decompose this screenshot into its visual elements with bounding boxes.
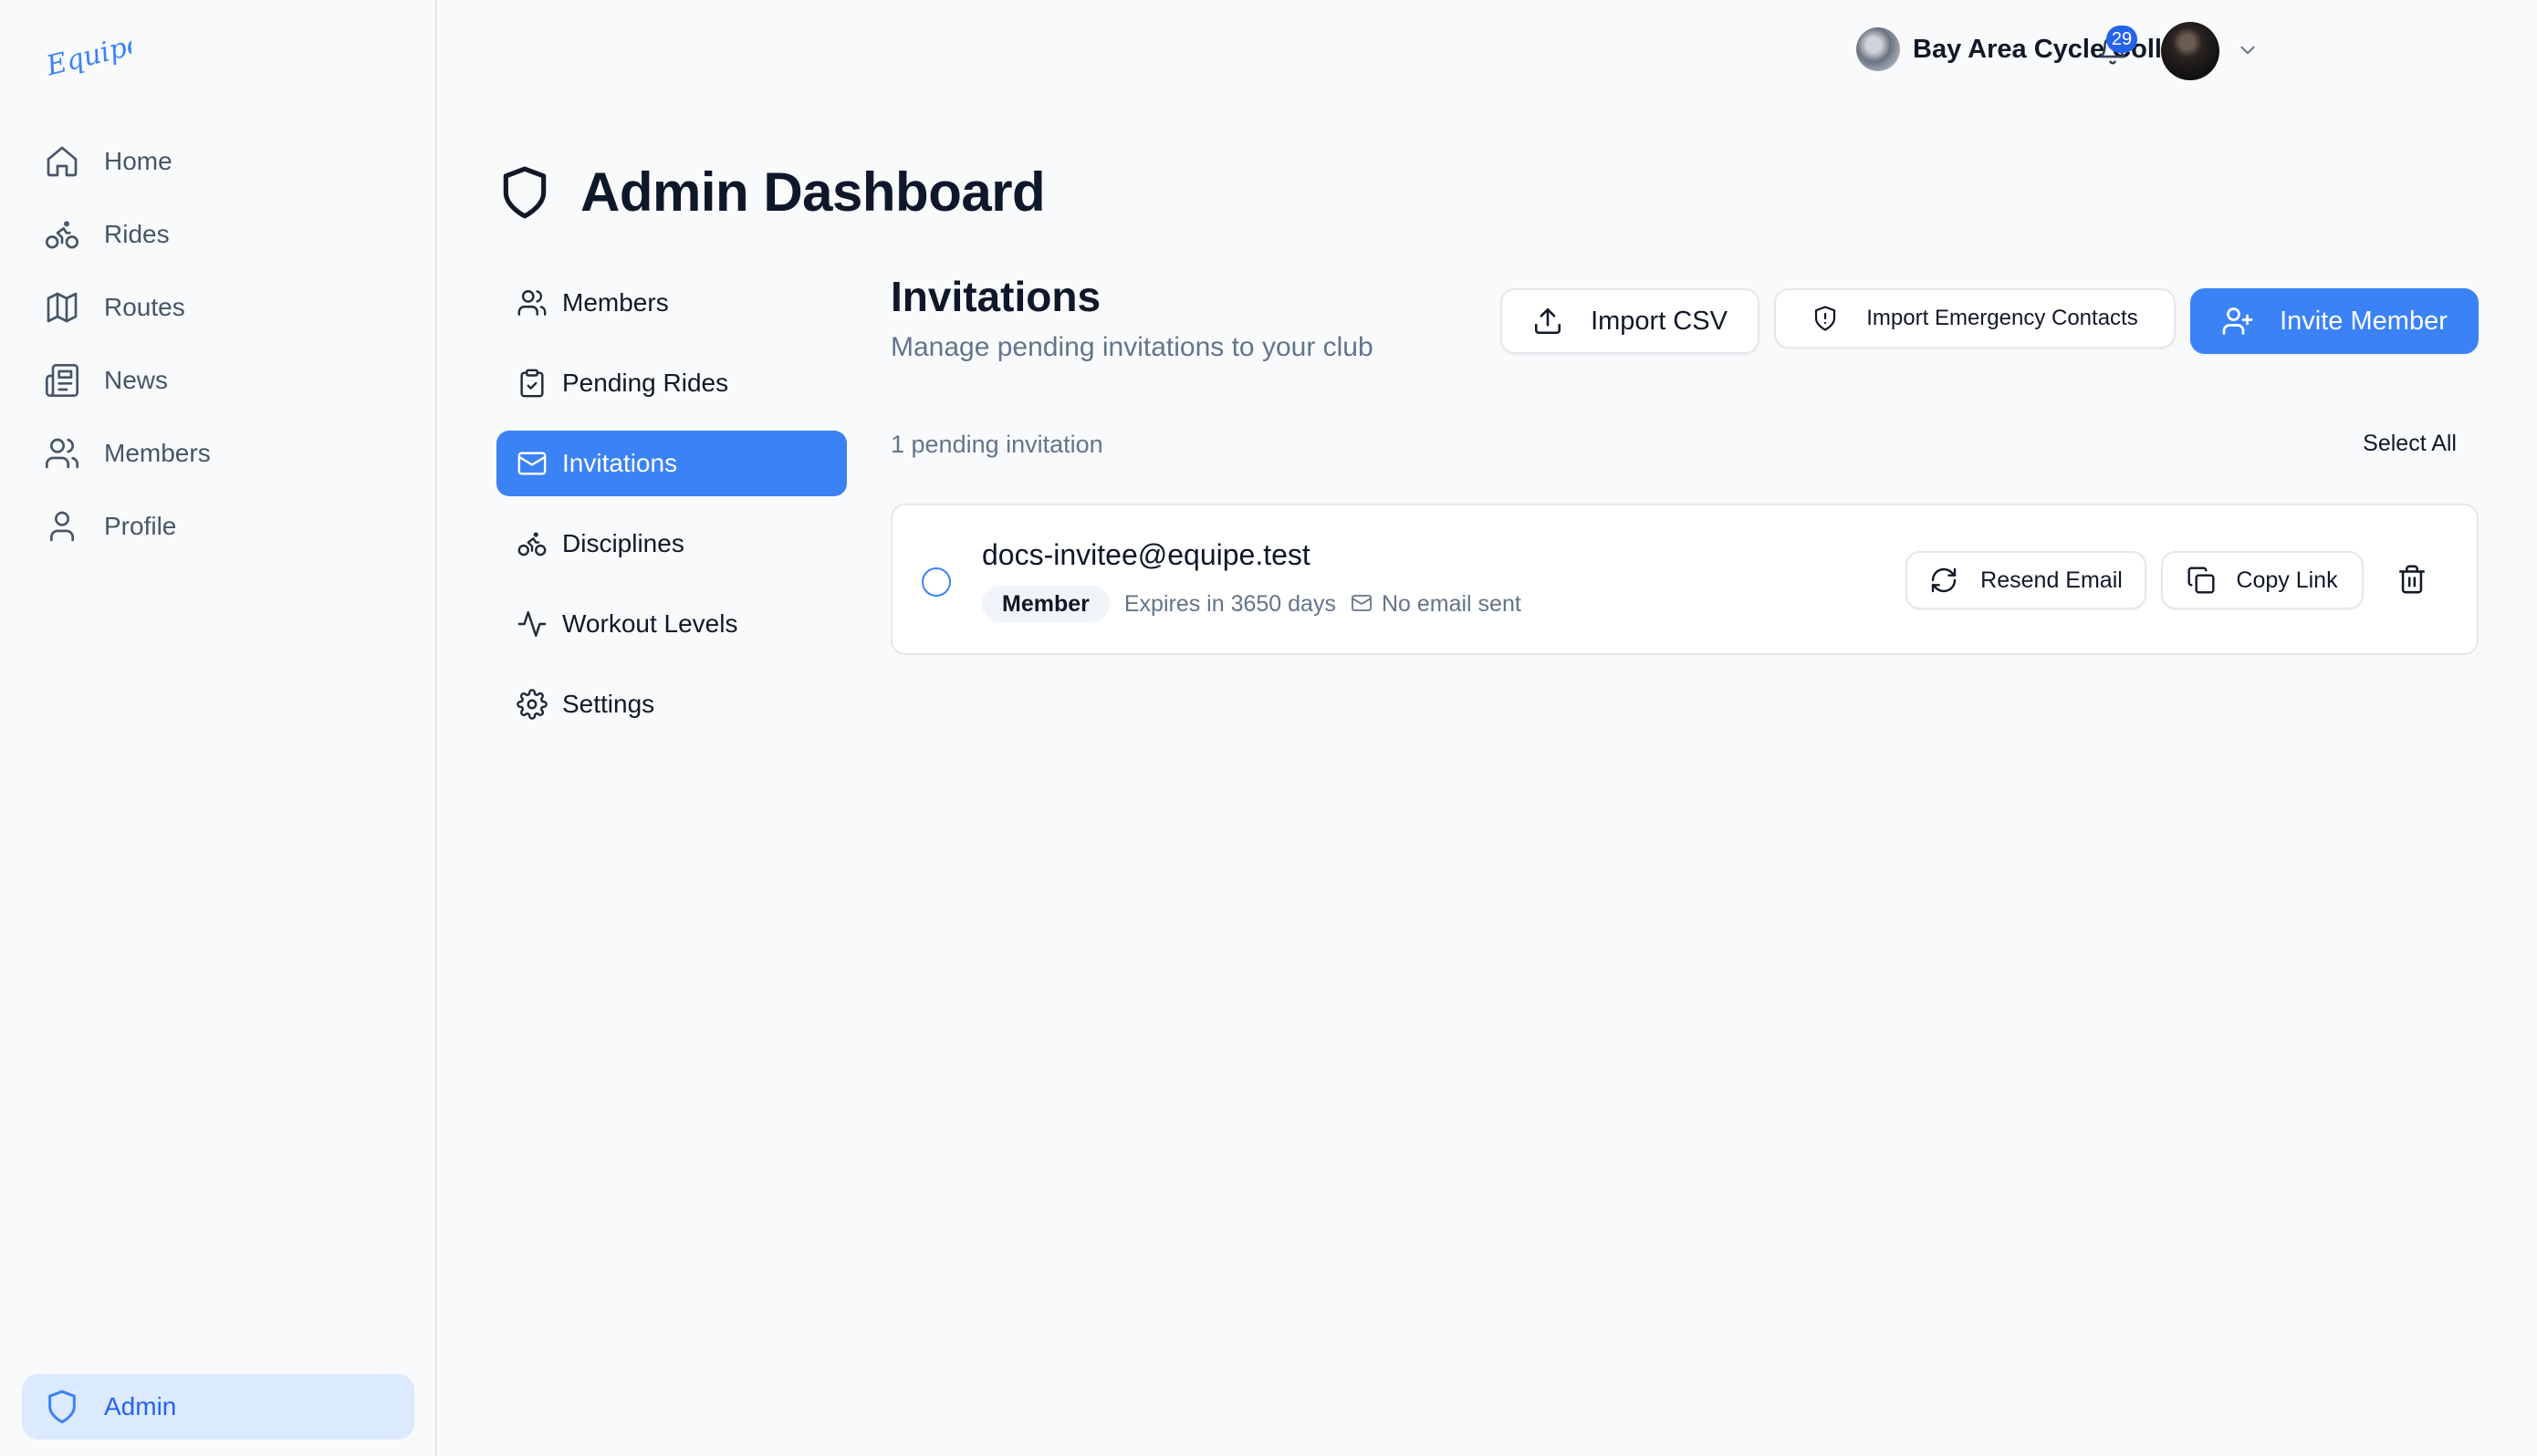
invite-member-button[interactable]: Invite Member [2190,288,2479,354]
bike-icon [44,216,104,253]
top-bar: Bay Area Cycle Coll... 29 [1807,0,2537,100]
tab-label: Invitations [562,449,678,477]
club-name: Bay Area Cycle Coll... [1913,34,2185,64]
sidebar-item-home[interactable]: Home [22,128,414,195]
tab-label: Members [562,288,669,317]
sidebar-item-label: News [104,366,169,394]
shield-icon [496,162,580,223]
tab-label: Workout Levels [562,609,738,638]
button-label: Import CSV [1591,306,1728,336]
home-icon [44,143,104,180]
sidebar: Equipe Home Rides Routes News Members Pr… [0,0,437,1456]
admin-subnav: Members Pending Rides Invitations Discip… [496,270,847,752]
sidebar-item-news[interactable]: News [22,347,414,414]
user-icon [44,508,104,545]
import-emergency-contacts-button[interactable]: Import Emergency Contacts [1774,288,2176,348]
mail-icon [1351,592,1374,616]
users-icon [44,435,104,472]
refresh-icon [1929,566,1980,595]
pending-count: 1 pending invitation [891,431,1103,458]
newspaper-icon [44,362,104,399]
import-csv-button[interactable]: Import CSV [1500,288,1759,354]
section-subtitle: Manage pending invitations to your club [891,332,1373,362]
club-avatar [1856,27,1900,71]
sidebar-item-label: Rides [104,220,170,248]
shield-alert-icon [1811,305,1866,332]
shield-icon [44,1388,104,1425]
tab-disciplines[interactable]: Disciplines [496,511,847,577]
sidebar-item-routes[interactable]: Routes [22,274,414,341]
activity-icon [517,608,562,640]
users-icon [517,287,562,318]
sidebar-item-rides[interactable]: Rides [22,201,414,268]
tab-invitations[interactable]: Invitations [496,431,847,496]
role-badge: Member [982,586,1110,622]
expiry-text: Expires in 3650 days [1123,590,1336,617]
upload-icon [1532,306,1591,337]
sidebar-item-profile[interactable]: Profile [22,493,414,560]
page-title: Admin Dashboard [496,161,1046,224]
user-plus-icon [2221,305,2280,338]
invitation-card: docs-invitee@equipe.test Member Expires … [891,504,2479,655]
notification-badge: 29 [2106,26,2137,53]
invitation-meta: Member Expires in 3650 days No email sen… [982,586,1521,622]
tab-label: Settings [562,690,655,718]
mail-icon [517,448,562,479]
sidebar-item-label: Profile [104,512,177,540]
svg-text:Equipe: Equipe [44,28,131,82]
sidebar-item-admin[interactable]: Admin [22,1374,414,1440]
user-avatar[interactable] [2161,22,2219,80]
clipboard-check-icon [517,368,562,399]
select-all-button[interactable]: Select All [2363,431,2457,457]
tab-label: Disciplines [562,529,684,557]
invitee-email: docs-invitee@equipe.test [982,538,1310,571]
sidebar-item-members[interactable]: Members [22,420,414,487]
sidebar-item-label: Admin [104,1392,177,1420]
tab-members[interactable]: Members [496,270,847,336]
email-status: No email sent [1381,590,1521,617]
invitation-select-radio[interactable] [922,567,951,597]
page-title-text: Admin Dashboard [580,161,1046,223]
sidebar-item-label: Routes [104,293,185,321]
button-label: Invite Member [2280,306,2448,336]
sidebar-item-label: Members [104,439,211,467]
trash-icon[interactable] [2396,564,2429,597]
copy-link-button[interactable]: Copy Link [2161,551,2364,609]
sidebar-item-label: Home [104,147,172,175]
equipe-logo[interactable]: Equipe [44,27,131,82]
bike-icon [517,528,562,559]
tab-settings[interactable]: Settings [496,671,847,737]
tab-label: Pending Rides [562,369,729,397]
section-title: Invitations [891,273,1101,320]
chevron-down-icon[interactable] [2236,38,2261,64]
button-label: Resend Email [1980,567,2123,593]
tab-pending-rides[interactable]: Pending Rides [496,350,847,416]
copy-icon [2187,566,2236,595]
resend-email-button[interactable]: Resend Email [1905,551,2146,609]
main-nav: Home Rides Routes News Members Profile [22,128,414,566]
button-label: Copy Link [2236,567,2338,593]
tab-workout-levels[interactable]: Workout Levels [496,591,847,657]
map-icon [44,289,104,326]
gear-icon [517,689,562,720]
button-label: Import Emergency Contacts [1866,306,2138,330]
